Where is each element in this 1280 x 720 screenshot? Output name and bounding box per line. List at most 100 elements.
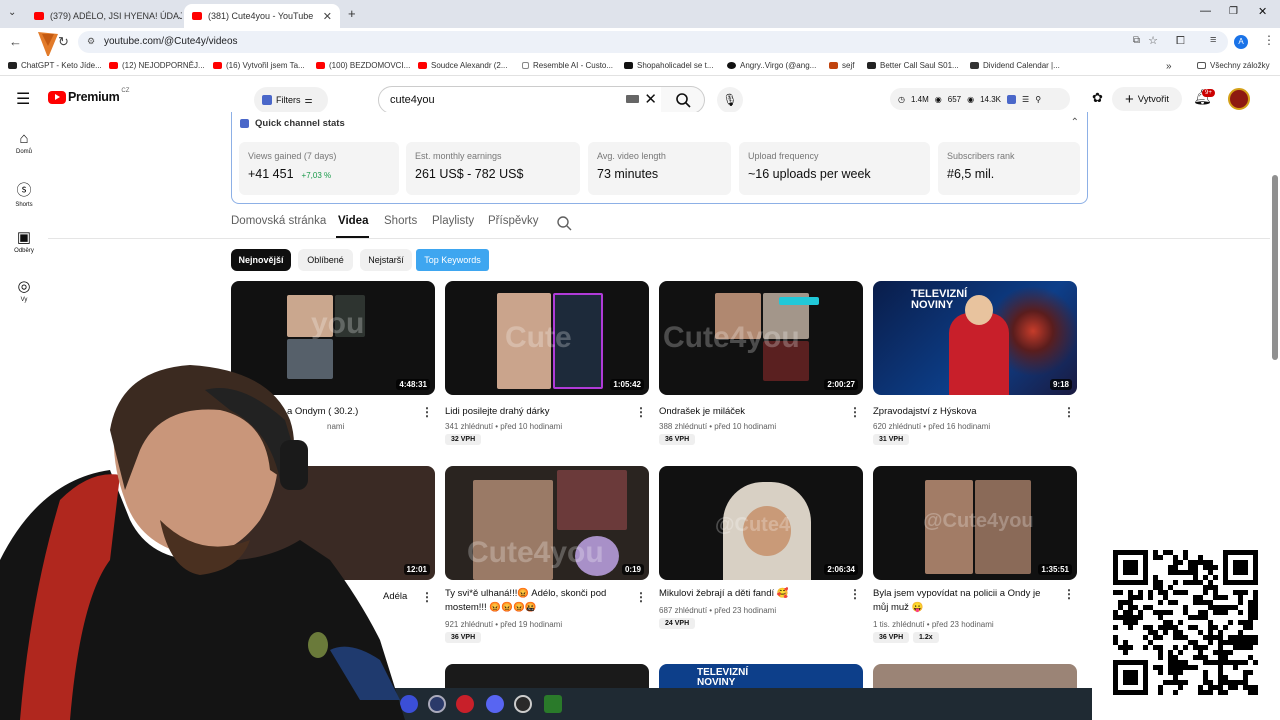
video-meta: 1 tis. zhlédnutí • před 23 hodinami <box>873 620 994 629</box>
extensions-icon[interactable]: ⧠ <box>1176 35 1185 48</box>
tab-posts[interactable]: Příspěvky <box>488 215 539 227</box>
video-options-icon[interactable]: ⋮ <box>849 405 861 419</box>
tab-home[interactable]: Domovská stránka <box>231 215 326 227</box>
tab-title: (381) Cute4you - YouTube <box>208 11 314 21</box>
taskbar-app-icon[interactable] <box>428 695 446 713</box>
bookmark-item[interactable]: (12) NEJODPORNĚJ... <box>109 61 205 70</box>
taskbar-search-icon[interactable]: ⌕ <box>38 694 58 714</box>
create-button[interactable]: + Vytvořit <box>1112 87 1182 111</box>
more-bookmarks-icon[interactable]: » <box>1166 61 1172 72</box>
back-arrow-icon[interactable]: ← <box>9 34 22 49</box>
close-tab-icon[interactable]: ✕ <box>323 10 332 23</box>
video-thumbnail[interactable]: Cute4you 2:00:27 <box>659 281 863 395</box>
taskbar-app-icon[interactable] <box>456 695 474 713</box>
address-bar[interactable]: ⚙ youtube.com/@Cute4y/videos ⧉ ☆ <box>78 31 1228 53</box>
taskbar-app-icon[interactable] <box>544 695 562 713</box>
site-info-icon[interactable]: ⚙ <box>87 36 95 47</box>
video-title[interactable]: Mikulovi žebrají a děti fandí 🥰 <box>659 587 843 601</box>
video-thumbnail[interactable]: @Cute4 2:06:34 <box>659 466 863 580</box>
reading-list-icon[interactable]: ≡ <box>1210 34 1216 46</box>
collapse-chevron-icon[interactable]: ⌃ <box>1071 117 1079 128</box>
tab-search-icon[interactable]: ⌄ <box>8 7 16 18</box>
video-title[interactable]: Ty svi*ě ulhaná!!!😡 Adélo, skonči pod mo… <box>445 587 629 615</box>
maximize-window-icon[interactable]: ❐ <box>1229 6 1238 17</box>
bookmark-item[interactable]: (100) BEZDOMOVCI... <box>316 61 410 70</box>
voice-search-button[interactable]: 🎙 <box>717 87 743 113</box>
video-title[interactable]: Ondrašek je miláček <box>659 405 843 419</box>
tab-shorts[interactable]: Shorts <box>384 215 417 227</box>
discord-icon[interactable] <box>486 695 504 713</box>
plus-icon: + <box>1124 90 1134 108</box>
extension-puzzle-icon[interactable]: ✿ <box>1092 90 1103 106</box>
tab-playlists[interactable]: Playlisty <box>432 215 474 227</box>
video-thumbnail[interactable]: Cute 1:05:42 <box>445 281 649 395</box>
minimize-window-icon[interactable]: — <box>1200 5 1211 17</box>
video-options-icon[interactable]: ⋮ <box>1063 405 1075 419</box>
windows-start-icon[interactable] <box>12 696 28 712</box>
bookmark-star-icon[interactable]: ☆ <box>1148 34 1158 47</box>
video-meta: 341 zhlédnutí • před 10 hodinami <box>445 422 563 431</box>
sidebar-item-shorts[interactable]: ⓢ Shorts <box>2 179 46 208</box>
video-options-icon[interactable]: ⋮ <box>421 590 433 604</box>
video-title[interactable]: Zpravodajství z Hýskova <box>873 405 1057 419</box>
new-tab-button[interactable]: + <box>348 6 356 21</box>
browser-tab-active[interactable]: (381) Cute4you - YouTube ✕ <box>184 4 340 28</box>
filters-button[interactable]: Filters ⚌ <box>254 87 328 113</box>
account-avatar[interactable] <box>1228 88 1250 110</box>
video-thumbnail[interactable]: TELEVIZNÍ NOVINY 9:18 <box>873 281 1077 395</box>
sidebar-item-home[interactable]: ⌂ Domů <box>2 130 46 155</box>
video-thumbnail[interactable]: you 4:48:31 <box>231 281 435 395</box>
tab-videos[interactable]: Videa <box>338 215 368 227</box>
chip-newest[interactable]: Nejnovější <box>231 249 291 271</box>
video-thumbnail[interactable]: Cute4you 0:19 <box>445 466 649 580</box>
video-title[interactable]: Byla jsem vypovídat na policii a Ondy je… <box>873 587 1057 615</box>
video-options-icon[interactable]: ⋮ <box>635 405 647 419</box>
video-options-icon[interactable]: ⋮ <box>635 590 647 604</box>
keyboard-icon[interactable] <box>626 95 639 103</box>
chip-top-keywords[interactable]: Top Keywords <box>416 249 489 271</box>
bookmark-item[interactable]: sejf <box>829 61 854 70</box>
bookmark-item[interactable]: Dividend Calendar |... <box>970 61 1060 70</box>
bookmark-item[interactable]: Shopaholicadel se t... <box>624 61 714 70</box>
sidebar-item-you[interactable]: ◎ Vy <box>2 277 46 303</box>
stats-extension-icon <box>240 119 249 128</box>
youtube-premium-logo[interactable]: Premium CZ <box>48 88 129 104</box>
search-input[interactable]: cute4you ✕ <box>378 86 662 114</box>
bookmark-item[interactable]: (16) Vytvořil jsem Ta... <box>213 61 305 70</box>
clear-search-icon[interactable]: ✕ <box>644 90 657 108</box>
install-app-icon[interactable]: ⧉ <box>1133 35 1140 46</box>
pin-icon: ⚲ <box>1035 94 1042 104</box>
extension-stats-pill[interactable]: ◷ 1.4M ◉ 657 ◉ 14.3K ☰ ⚲ <box>890 88 1070 110</box>
video-options-icon[interactable]: ⋮ <box>421 405 433 419</box>
channel-search-icon[interactable] <box>556 215 572 231</box>
hamburger-menu-icon[interactable]: ☰ <box>16 89 30 109</box>
page-scrollbar[interactable] <box>1272 175 1278 360</box>
profile-avatar[interactable]: A <box>1234 35 1248 49</box>
chip-oldest[interactable]: Nejstarší <box>360 249 412 271</box>
close-window-icon[interactable]: ✕ <box>1258 5 1267 18</box>
video-options-icon[interactable]: ⋮ <box>1063 587 1075 601</box>
browser-tab-inactive[interactable]: (379) ADÉLO, JSI HYENA! ÚDAJ ✕ <box>26 4 182 28</box>
filter-extension-icon <box>262 95 272 105</box>
bookmark-item[interactable]: Angry..Virgo (@ang... <box>727 61 816 70</box>
filters-label: Filters <box>276 95 301 105</box>
vph-badge: 32 VPH <box>445 434 482 445</box>
taskbar-app-icon[interactable] <box>400 695 418 713</box>
bookmark-item[interactable]: Better Call Saul S01... <box>867 61 959 70</box>
sidebar-item-subscriptions[interactable]: ▣ Odběry <box>2 228 46 254</box>
video-options-icon[interactable]: ⋮ <box>849 587 861 601</box>
all-bookmarks-folder[interactable]: Všechny záložky <box>1197 61 1270 70</box>
views-delta: +7,03 % <box>301 171 332 180</box>
video-thumbnail[interactable]: @Cute4you 1:35:51 <box>873 466 1077 580</box>
chip-popular[interactable]: Oblíbené <box>298 249 353 271</box>
search-button[interactable] <box>661 86 705 114</box>
video-title[interactable]: Lidi posilejte drahý dárky <box>445 405 629 419</box>
taskbar-app-icon[interactable] <box>514 695 532 713</box>
bookmark-item[interactable]: ChatGPT - Keto Jíde... <box>8 61 102 70</box>
browser-menu-icon[interactable]: ⋮ <box>1263 33 1275 47</box>
video-title[interactable]: a Ondym ( 30.2.) <box>287 405 471 419</box>
bookmark-item[interactable]: Soudce Alexandr (2... <box>418 61 508 70</box>
news-title: TELEVIZNÍ NOVINY <box>697 667 749 688</box>
video-thumbnail[interactable]: 12:01 <box>231 466 435 580</box>
bookmark-item[interactable]: Resemble AI - Custo... <box>522 61 613 70</box>
